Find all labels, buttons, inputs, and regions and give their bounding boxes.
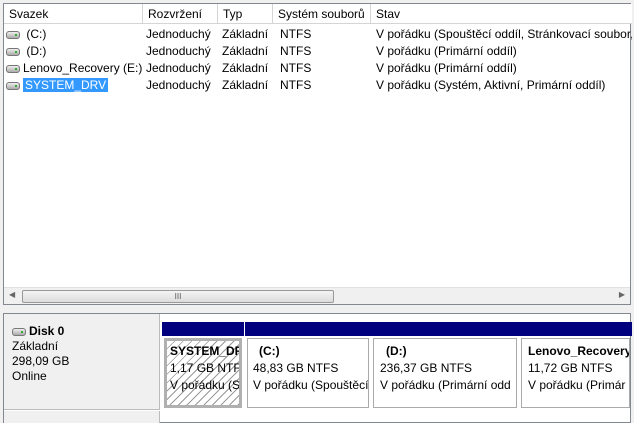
partition-status: V pořádku (Primár [528,378,626,392]
partition-size: 11,72 GB NTFS [528,361,613,375]
partition-status: V pořádku (S [170,378,241,392]
disk-state: Online [12,369,47,383]
volume-fs: NTFS [280,61,312,75]
partition-lenovo-recovery[interactable]: Lenovo_Recovery 11,72 GB NTFS V pořádku (P… [519,322,632,410]
volume-row[interactable]: Lenovo_Recovery (E:) Jednoduchý Základní… [4,60,630,77]
volume-status: V pořádku (Primární oddíl) [376,61,517,75]
partition-bar [371,322,519,336]
partition-d[interactable]: (D:) 236,37 GB NTFS V pořádku (Primární od… [371,322,519,410]
drive-icon [6,47,20,56]
scroll-left-icon[interactable]: ◀ [9,290,15,299]
volume-list: Svazek Rozvržení Typ Systém souborů Stav… [3,3,632,305]
volume-status: V pořádku (Spouštěcí oddíl, Stránkovací … [376,27,632,41]
partition-bar [162,322,244,336]
partition-status: V pořádku (Primární odd [380,378,511,392]
volume-name: (C:) [26,27,47,41]
partition-name: (C:) [259,344,280,358]
partition-size: 236,37 GB NTFS [380,361,473,375]
column-header-layout[interactable]: Rozvržení [143,4,218,24]
volume-name: Lenovo_Recovery (E:) [23,61,143,75]
partition-name: (D:) [386,344,407,358]
volume-layout: Jednoduchý [146,61,211,75]
disk-type: Základní [12,339,59,353]
partition-name: SYSTEM_DR [170,344,242,358]
volume-row[interactable]: (D:) Jednoduchý Základní NTFS V pořádku … [4,43,630,60]
volume-status: V pořádku (Primární oddíl) [376,44,517,58]
drive-icon [6,64,20,73]
volume-type: Základní [222,27,269,41]
disk-info[interactable]: Disk 0 Základní 298,09 GB Online [4,314,160,410]
partition-status: V pořádku (Spouštěcí [253,378,369,392]
volume-status: V pořádku (Systém, Aktivní, Primární odd… [376,78,606,92]
partition-size: 1,17 GB NTFS [170,361,242,375]
volume-layout: Jednoduchý [146,78,211,92]
scroll-right-icon[interactable]: ▶ [619,290,625,299]
volume-layout: Jednoduchý [146,27,211,41]
volume-type: Základní [222,61,269,75]
drive-icon [6,30,20,39]
disk-graphical-view: Disk 0 Základní 298,09 GB Online SYSTEM_… [3,313,632,423]
drive-icon [6,81,20,90]
partition-bar [245,322,371,336]
volume-type: Základní [222,44,269,58]
scrollbar-thumb[interactable]: III [22,290,334,303]
volume-type: Základní [222,78,269,92]
volume-row-selected[interactable]: SYSTEM_DRV Jednoduchý Základní NTFS V po… [4,77,630,94]
column-header-type[interactable]: Typ [218,4,273,24]
column-header-volume[interactable]: Svazek [4,4,143,24]
disk-name: Disk 0 [29,324,65,338]
volume-name: SYSTEM_DRV [23,78,109,92]
column-header-filesystem[interactable]: Systém souborů [273,4,371,24]
horizontal-scrollbar[interactable]: ◀ III ▶ [4,287,630,304]
disk-icon [12,327,26,336]
volume-name: (D:) [26,44,47,58]
partition-system-drv[interactable]: SYSTEM_DR 1,17 GB NTFS V pořádku (S [162,322,244,410]
partition-c[interactable]: (C:) 48,83 GB NTFS V pořádku (Spouštěcí [245,322,371,410]
disk-size: 298,09 GB [12,354,70,368]
volume-fs: NTFS [280,78,312,92]
partition-size: 48,83 GB NTFS [253,361,339,375]
volume-fs: NTFS [280,27,312,41]
partition-name: Lenovo_Recovery [528,344,630,358]
column-header-status[interactable]: Stav [371,4,632,24]
partition-bar [519,322,632,336]
volume-row[interactable]: (C:) Jednoduchý Základní NTFS V pořádku … [4,26,632,43]
volume-layout: Jednoduchý [146,44,211,58]
next-disk-info [4,411,160,423]
volume-fs: NTFS [280,44,312,58]
